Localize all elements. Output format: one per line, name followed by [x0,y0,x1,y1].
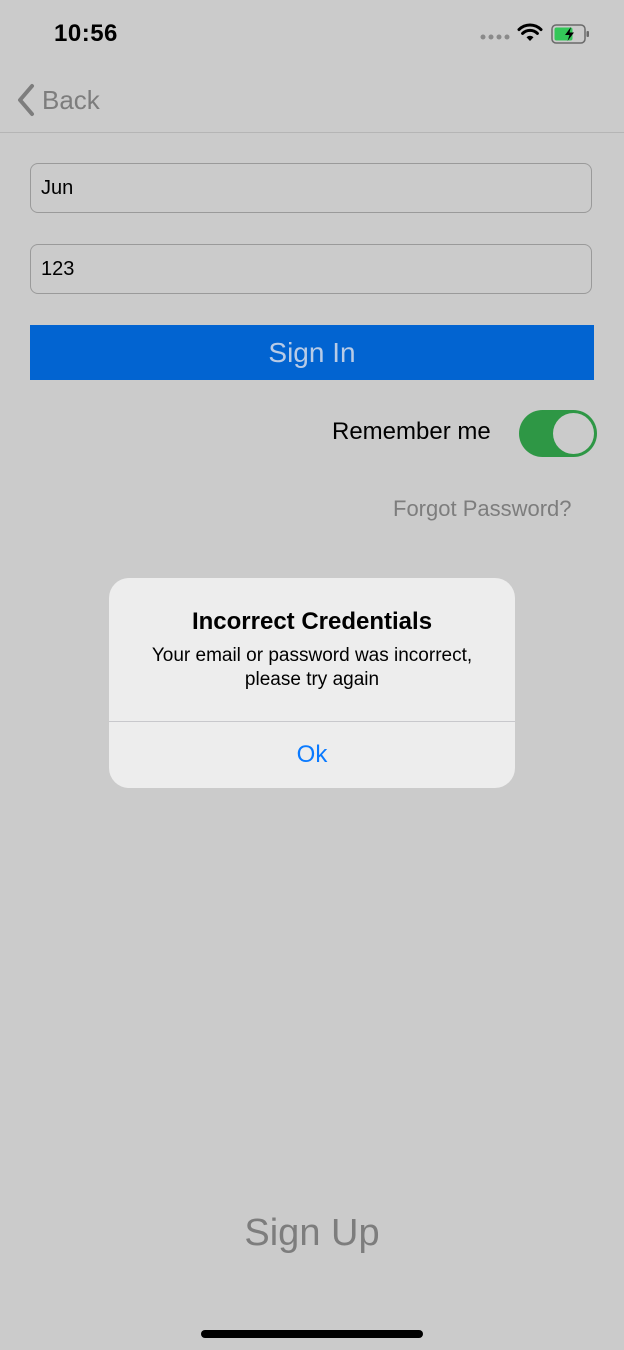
username-field[interactable]: Jun [30,163,592,213]
alert-message-line-2: please try again [244,669,380,690]
wifi-icon [517,23,543,41]
toggle-knob [553,413,594,454]
forgot-password-link[interactable]: Forgot Password? [393,496,572,522]
alert-dialog: Incorrect Credentials Your email or pass… [109,578,515,788]
signal-dots-icon [480,34,510,40]
chevron-left-icon [18,84,34,116]
battery-charging-icon [551,24,589,44]
back-button[interactable]: Back [16,80,100,120]
back-label: Back [42,84,100,115]
alert-title: Incorrect Credentials [191,608,433,635]
status-time: 10:56 [54,20,118,47]
alert-message: Your email or password was incorrect, pl… [129,644,495,692]
sign-in-button[interactable]: Sign In [30,325,594,380]
alert-message-line-1: Your email or password was incorrect, [151,645,473,666]
remember-me-label: Remember me [332,418,491,445]
password-field[interactable]: 123 [30,244,592,294]
remember-me-toggle[interactable] [519,410,597,457]
sign-up-button[interactable]: Sign Up [0,1212,624,1255]
alert-ok-button[interactable]: Ok [109,722,515,788]
home-indicator[interactable] [201,1330,423,1338]
